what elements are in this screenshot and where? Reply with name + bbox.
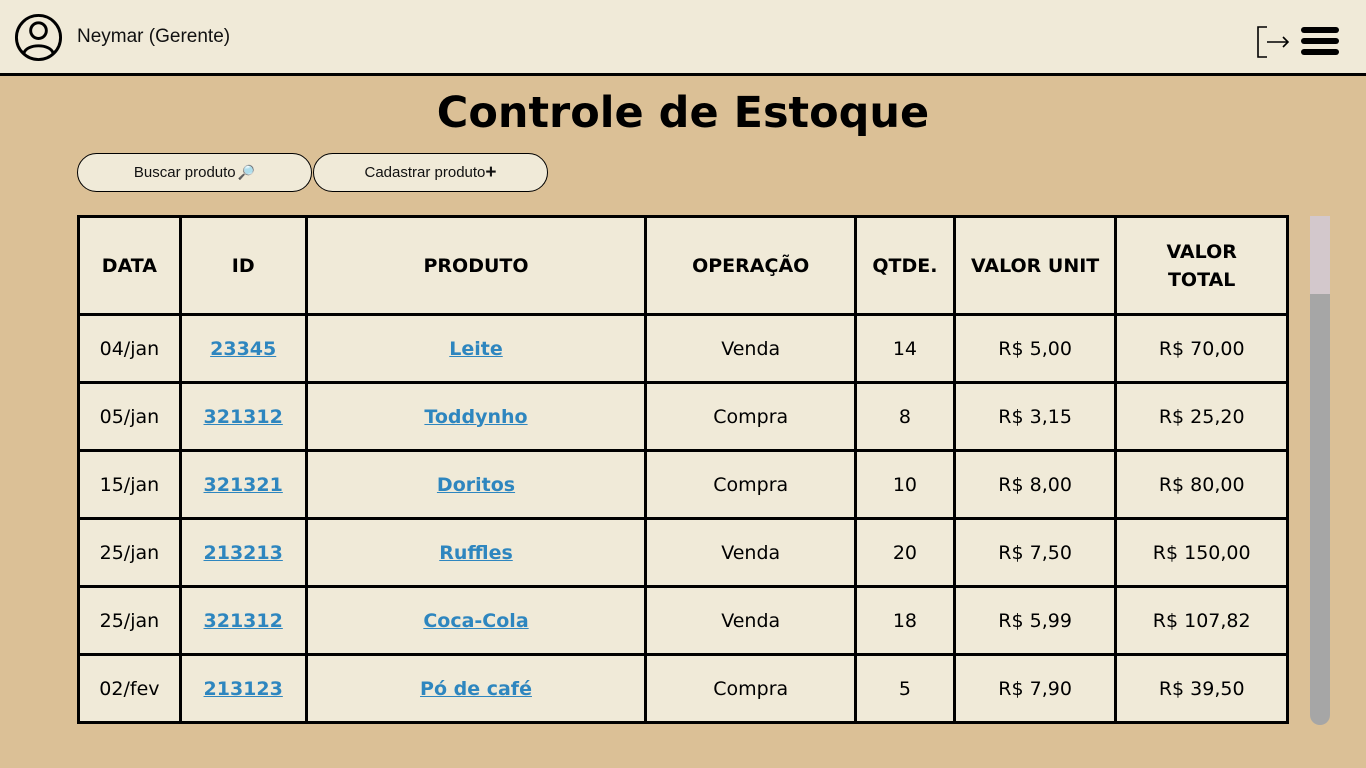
- product-name-link[interactable]: Doritos: [437, 474, 515, 496]
- product-id-link[interactable]: 213213: [204, 542, 283, 564]
- cell-qtde: 18: [853, 585, 956, 656]
- search-product-button[interactable]: Buscar produto 🔎: [77, 153, 312, 192]
- cell-data: 25/jan: [77, 585, 182, 656]
- cell-data: 04/jan: [77, 313, 182, 384]
- table-row: 02/fev 213123 Pó de café Compra 5 R$ 7,9…: [77, 653, 1289, 724]
- product-name-link[interactable]: Toddynho: [424, 406, 527, 428]
- table-row: 25/jan 213213 Ruffles Venda 20 R$ 7,50 R…: [77, 517, 1289, 588]
- cell-id: 321312: [178, 381, 308, 452]
- cell-data: 02/fev: [77, 653, 182, 724]
- cell-valor-total: R$ 80,00: [1114, 449, 1289, 520]
- user-name: Neymar (Gerente): [77, 26, 231, 47]
- table-header-row: DATA ID PRODUTO OPERAÇÃO QTDE. VALOR UNI…: [77, 215, 1289, 316]
- cell-id: 321312: [178, 585, 308, 656]
- cell-valor-total: R$ 150,00: [1114, 517, 1289, 588]
- header-produto: PRODUTO: [304, 215, 648, 316]
- search-product-label: Buscar produto: [133, 164, 236, 181]
- stock-table: DATA ID PRODUTO OPERAÇÃO QTDE. VALOR UNI…: [77, 215, 1289, 724]
- product-id-link[interactable]: 213123: [204, 678, 283, 700]
- table-row: 15/jan 321321 Doritos Compra 10 R$ 8,00 …: [77, 449, 1289, 520]
- cell-produto: Toddynho: [304, 381, 648, 452]
- header-data: DATA: [77, 215, 182, 316]
- cell-operacao: Venda: [644, 313, 857, 384]
- cell-id: 321321: [178, 449, 308, 520]
- table-row: 25/jan 321312 Coca-Cola Venda 18 R$ 5,99…: [77, 585, 1289, 656]
- cell-valor-unit: R$ 3,15: [952, 381, 1118, 452]
- header-operacao: OPERAÇÃO: [644, 215, 857, 316]
- plus-icon: +: [485, 162, 497, 183]
- cell-produto: Ruffles: [304, 517, 648, 588]
- cell-valor-unit: R$ 5,99: [952, 585, 1118, 656]
- cell-operacao: Venda: [644, 585, 857, 656]
- cell-qtde: 5: [853, 653, 956, 724]
- cell-qtde: 14: [853, 313, 956, 384]
- cell-data: 05/jan: [77, 381, 182, 452]
- cell-operacao: Compra: [644, 449, 857, 520]
- product-name-link[interactable]: Ruffles: [439, 542, 513, 564]
- cell-data: 25/jan: [77, 517, 182, 588]
- cell-qtde: 20: [853, 517, 956, 588]
- product-id-link[interactable]: 23345: [210, 338, 276, 360]
- cell-valor-unit: R$ 5,00: [952, 313, 1118, 384]
- table-scrollbar[interactable]: [1310, 216, 1330, 725]
- cell-valor-unit: R$ 7,50: [952, 517, 1118, 588]
- cell-qtde: 8: [853, 381, 956, 452]
- cell-valor-total: R$ 107,82: [1114, 585, 1289, 656]
- header-id: ID: [178, 215, 308, 316]
- cell-operacao: Venda: [644, 517, 857, 588]
- product-id-link[interactable]: 321312: [204, 406, 283, 428]
- add-product-label: Cadastrar produto: [364, 164, 486, 181]
- user-avatar-icon[interactable]: [14, 13, 63, 62]
- header-valor-unit: VALOR UNIT: [952, 215, 1118, 316]
- cell-valor-total: R$ 25,20: [1114, 381, 1289, 452]
- cell-id: 213213: [178, 517, 308, 588]
- cell-valor-total: R$ 39,50: [1114, 653, 1289, 724]
- product-name-link[interactable]: Pó de café: [420, 678, 532, 700]
- hamburger-menu-icon[interactable]: [1300, 25, 1340, 57]
- product-name-link[interactable]: Leite: [449, 338, 502, 360]
- cell-qtde: 10: [853, 449, 956, 520]
- logout-icon[interactable]: [1253, 24, 1291, 60]
- search-icon: 🔎: [237, 164, 256, 180]
- cell-operacao: Compra: [644, 653, 857, 724]
- page-title: Controle de Estoque: [436, 88, 930, 138]
- product-id-link[interactable]: 321312: [204, 610, 283, 632]
- cell-id: 213123: [178, 653, 308, 724]
- table-row: 05/jan 321312 Toddynho Compra 8 R$ 3,15 …: [77, 381, 1289, 452]
- cell-valor-unit: R$ 7,90: [952, 653, 1118, 724]
- cell-valor-total: R$ 70,00: [1114, 313, 1289, 384]
- table-row: 04/jan 23345 Leite Venda 14 R$ 5,00 R$ 7…: [77, 313, 1289, 384]
- cell-id: 23345: [178, 313, 308, 384]
- header-valor-total: VALOR TOTAL: [1114, 215, 1289, 316]
- header-qtde: QTDE.: [853, 215, 956, 316]
- top-bar: Neymar (Gerente): [0, 0, 1366, 76]
- add-product-button[interactable]: Cadastrar produto +: [313, 153, 548, 192]
- cell-produto: Doritos: [304, 449, 648, 520]
- product-id-link[interactable]: 321321: [204, 474, 283, 496]
- scrollbar-thumb[interactable]: [1310, 216, 1330, 294]
- header-valor-total-text: VALOR TOTAL: [1166, 240, 1237, 291]
- cell-produto: Coca-Cola: [304, 585, 648, 656]
- cell-produto: Leite: [304, 313, 648, 384]
- product-name-link[interactable]: Coca-Cola: [423, 610, 528, 632]
- cell-data: 15/jan: [77, 449, 182, 520]
- cell-valor-unit: R$ 8,00: [952, 449, 1118, 520]
- cell-operacao: Compra: [644, 381, 857, 452]
- cell-produto: Pó de café: [304, 653, 648, 724]
